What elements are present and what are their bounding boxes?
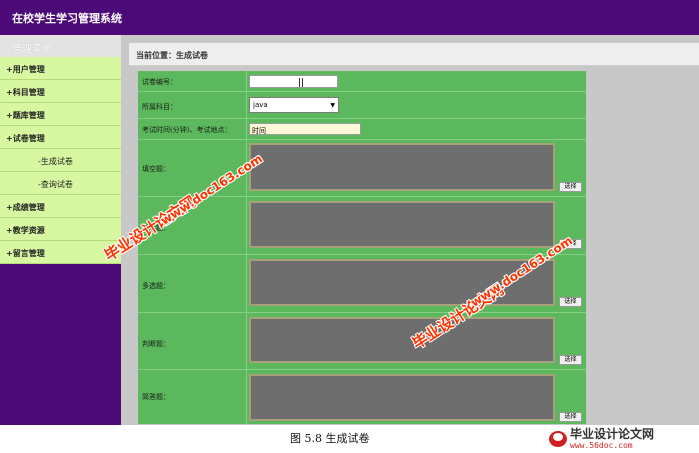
app-window: 在校学生学习管理系统 管理菜单 +用户管理 +科目管理 +题库管理 +试卷管理 … (0, 0, 699, 453)
choose-multi-choice-button[interactable]: 选择 (559, 297, 582, 307)
sidebar-item-scores[interactable]: +成绩管理 (0, 195, 121, 218)
fill-blank-label: 填空题： (142, 165, 170, 173)
subject-label: 所属科目： (142, 103, 177, 111)
short-answer-label: 简答题： (142, 393, 170, 401)
form-row-paper-no: 试卷编号： (138, 71, 586, 91)
fill-blank-textarea[interactable] (249, 143, 555, 191)
subject-select-value: java (253, 101, 268, 109)
sidebar-item-question-bank[interactable]: +题库管理 (0, 103, 121, 126)
logo-name: 毕业设计论文网 (570, 427, 655, 441)
paper-no-label: 试卷编号： (142, 78, 177, 86)
text-cursor-icon (299, 78, 303, 87)
sidebar-item-papers[interactable]: +试卷管理 (0, 126, 121, 149)
chevron-down-icon: ▼ (330, 102, 335, 109)
form-row-single-choice: 单选题： (138, 196, 586, 254)
form-row-judge: 判断题： (138, 312, 586, 369)
paper-no-input[interactable] (249, 75, 338, 88)
logo-url: www.56doc.com (570, 441, 633, 450)
judge-label: 判断题： (142, 340, 170, 348)
breadcrumb: 当前位置：生成试卷 (129, 43, 699, 66)
sidebar: 管理菜单 +用户管理 +科目管理 +题库管理 +试卷管理 -生成试卷 -查询试卷… (0, 35, 121, 425)
sidebar-subitem-generate-paper[interactable]: -生成试卷 (0, 149, 121, 172)
time-input[interactable]: 时间 (249, 123, 361, 135)
short-answer-textarea[interactable] (249, 374, 555, 421)
top-header-bar: 在校学生学习管理系统 (0, 0, 699, 35)
choose-short-answer-button[interactable]: 选择 (559, 412, 582, 422)
form-row-short-answer: 简答题： (138, 369, 586, 424)
sidebar-header: 管理菜单 (0, 35, 121, 57)
site-logo: 毕业设计论文网 www.56doc.com (548, 424, 698, 452)
form-row-multi-choice: 多选题： (138, 254, 586, 312)
generate-paper-form: 试卷编号： 所属科目： java ▼ 考试时间(分钟)、考试地点： 时间 填空题… (138, 71, 586, 424)
sidebar-subitem-query-paper[interactable]: -查询试卷 (0, 172, 121, 195)
judge-textarea[interactable] (249, 317, 555, 363)
sidebar-item-subjects[interactable]: +科目管理 (0, 80, 121, 103)
form-row-subject: 所属科目： java ▼ (138, 91, 586, 118)
subject-select[interactable]: java ▼ (249, 97, 339, 113)
app-title: 在校学生学习管理系统 (12, 12, 122, 25)
logo-mark-icon (549, 431, 567, 447)
sidebar-item-users[interactable]: +用户管理 (0, 57, 121, 80)
single-choice-textarea[interactable] (249, 201, 555, 248)
multi-choice-label: 多选题： (142, 282, 170, 290)
form-row-time-place: 考试时间(分钟)、考试地点： 时间 (138, 118, 586, 139)
choose-fill-blank-button[interactable]: 选择 (559, 182, 582, 192)
sidebar-item-resources[interactable]: +教学资源 (0, 218, 121, 241)
time-place-label: 考试时间(分钟)、考试地点： (142, 126, 232, 134)
figure-caption: 图 5.8 生成试卷 (290, 432, 370, 445)
choose-judge-button[interactable]: 选择 (559, 355, 582, 365)
